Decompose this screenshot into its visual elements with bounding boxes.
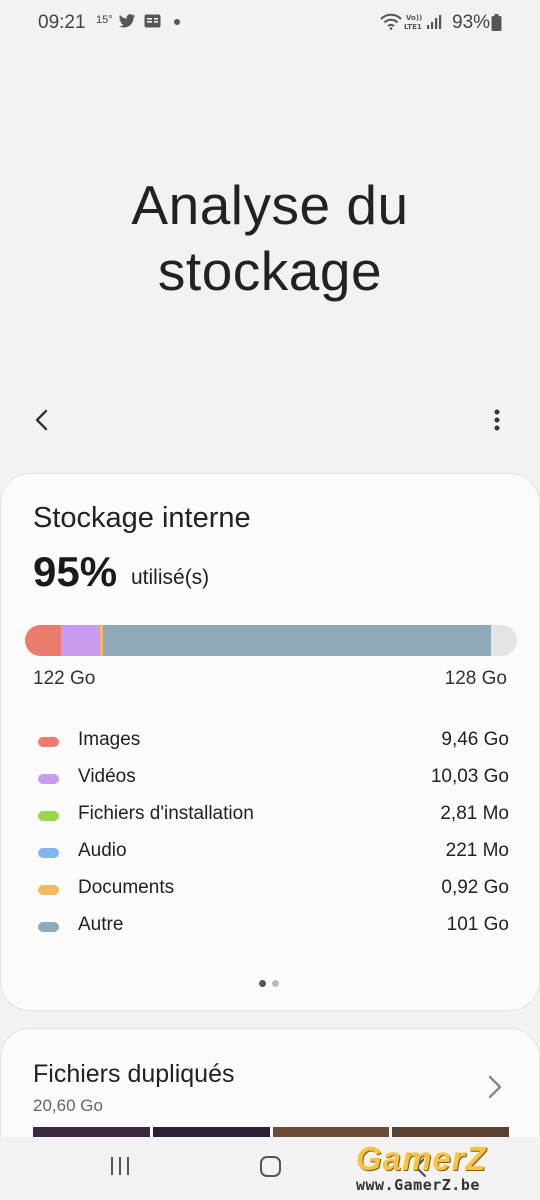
page-dot <box>272 980 279 987</box>
signal-icon <box>427 15 442 29</box>
storage-total-amount: 128 Go <box>444 668 507 689</box>
recent-apps-button[interactable] <box>108 1155 132 1177</box>
category-value: 10,03 Go <box>430 766 509 787</box>
chevron-right-icon[interactable] <box>485 1073 505 1101</box>
category-color-swatch <box>38 922 59 932</box>
category-value: 101 Go <box>446 914 509 935</box>
more-options-button[interactable] <box>482 402 512 438</box>
storage-usage-bar <box>25 625 517 656</box>
battery-icon <box>491 14 502 31</box>
watermark-logo: GamerZ <box>356 1140 487 1177</box>
category-label: Vidéos <box>78 766 136 787</box>
page-title-text: Analyse du stockage <box>131 174 409 302</box>
news-icon <box>144 14 161 28</box>
status-bar: 09:21 15° Vo)) LTE1 93% <box>0 0 540 46</box>
twitter-icon <box>118 14 136 28</box>
internal-storage-card[interactable]: Stockage interne 95% utilisé(s) 122 Go 1… <box>0 473 540 1011</box>
category-row-documents[interactable]: Documents 0,92 Go <box>1 877 540 914</box>
svg-text:LTE1: LTE1 <box>404 23 422 31</box>
page-indicator[interactable] <box>259 974 285 992</box>
status-temperature: 15° <box>96 14 113 26</box>
category-value: 221 Mo <box>445 840 509 861</box>
wifi-icon <box>380 13 402 30</box>
category-label: Documents <box>78 877 175 898</box>
category-value: 9,46 Go <box>441 729 509 750</box>
category-label: Images <box>78 729 141 750</box>
more-vert-icon <box>494 409 500 431</box>
category-row-videos[interactable]: Vidéos 10,03 Go <box>1 766 540 803</box>
category-color-swatch <box>38 885 59 895</box>
page-title: Analyse du stockage <box>0 172 540 304</box>
storage-category-list: Images 9,46 Go Vidéos 10,03 Go Fichiers … <box>1 729 540 951</box>
status-battery-percent: 93% <box>452 12 491 33</box>
status-time: 09:21 <box>38 12 86 33</box>
storage-used-amount: 122 Go <box>33 668 96 689</box>
volte-lte-icon: Vo)) LTE1 <box>404 14 422 31</box>
page-dot-active <box>259 980 266 987</box>
storage-percent: 95% <box>33 548 118 595</box>
category-color-swatch <box>38 737 59 747</box>
duplicate-files-title: Fichiers dupliqués <box>33 1060 235 1088</box>
back-button[interactable] <box>26 402 60 438</box>
back-arrow-icon <box>35 409 48 431</box>
notification-dot <box>174 19 180 25</box>
svg-text:Vo)): Vo)) <box>406 14 422 22</box>
category-label: Audio <box>78 840 127 861</box>
usage-segment-vidéos <box>61 625 100 656</box>
category-value: 2,81 Mo <box>440 803 509 824</box>
screen: 09:21 15° Vo)) LTE1 93% Analyse du stock… <box>0 0 540 1200</box>
category-color-swatch <box>38 774 59 784</box>
usage-segment-images <box>25 625 62 656</box>
home-icon <box>260 1156 281 1177</box>
recent-apps-icon <box>111 1157 129 1175</box>
category-row-install-files[interactable]: Fichiers d'installation 2,81 Mo <box>1 803 540 840</box>
category-row-other[interactable]: Autre 101 Go <box>1 914 540 951</box>
storage-percent-label: utilisé(s) <box>131 566 210 589</box>
category-row-audio[interactable]: Audio 221 Mo <box>1 840 540 877</box>
watermark-url: www.GamerZ.be <box>356 1176 480 1194</box>
duplicate-files-size: 20,60 Go <box>33 1096 103 1115</box>
category-color-swatch <box>38 848 59 858</box>
category-value: 0,92 Go <box>441 877 509 898</box>
category-color-swatch <box>38 811 59 821</box>
usage-segment-autre <box>103 625 492 656</box>
storage-title: Stockage interne <box>33 502 251 534</box>
category-row-images[interactable]: Images 9,46 Go <box>1 729 540 766</box>
category-label: Autre <box>78 914 124 935</box>
home-button[interactable] <box>259 1155 283 1179</box>
category-label: Fichiers d'installation <box>78 803 254 824</box>
